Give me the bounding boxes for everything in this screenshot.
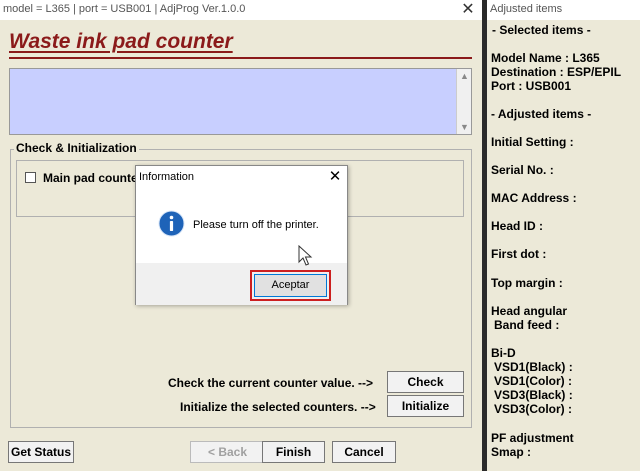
vsd1-color-label: VSD1(Color) : bbox=[494, 374, 572, 388]
initialize-label: Initialize the selected counters. --> bbox=[180, 400, 376, 414]
smap-label: Smap : bbox=[491, 445, 532, 459]
side-titlebar: Adjusted items bbox=[487, 0, 640, 20]
main-close-icon[interactable]: ✕ bbox=[458, 1, 478, 19]
main-window: model = L365 | port = USB001 | AdjProg V… bbox=[0, 0, 482, 471]
get-status-button[interactable]: Get Status bbox=[8, 441, 74, 463]
main-pad-checkbox[interactable] bbox=[25, 172, 36, 183]
cancel-button[interactable]: Cancel bbox=[332, 441, 396, 463]
check-label: Check the current counter value. --> bbox=[168, 376, 374, 390]
scrollbar[interactable]: ▲ ▼ bbox=[456, 69, 471, 134]
scroll-down-icon[interactable]: ▼ bbox=[457, 120, 472, 134]
mouse-cursor-icon bbox=[298, 245, 313, 266]
vsd3-black-label: VSD3(Black) : bbox=[494, 388, 573, 402]
main-pad-label: Main pad counter bbox=[43, 171, 143, 185]
head-id-label: Head ID : bbox=[491, 219, 544, 233]
initialize-button[interactable]: Initialize bbox=[387, 395, 464, 417]
dialog-title: Information bbox=[139, 171, 195, 183]
header-divider bbox=[9, 57, 472, 59]
head-angular-label: Head angular bbox=[491, 304, 568, 318]
bi-d-label: Bi-D bbox=[491, 346, 516, 360]
pf-adjustment-label: PF adjustment bbox=[491, 431, 574, 445]
back-button[interactable]: < Back bbox=[190, 441, 265, 463]
message-area: ▲ ▼ bbox=[9, 68, 472, 135]
top-margin-label: Top margin : bbox=[491, 276, 563, 290]
initial-setting-label: Initial Setting : bbox=[491, 135, 574, 149]
adjusted-items-header: - Adjusted items - bbox=[491, 107, 592, 121]
group-label: Check & Initialization bbox=[14, 141, 139, 155]
vsd1-black-label: VSD1(Black) : bbox=[494, 360, 573, 374]
check-button[interactable]: Check bbox=[387, 371, 464, 393]
scroll-up-icon[interactable]: ▲ bbox=[457, 69, 472, 83]
information-dialog: Information ✕ Please turn off the printe… bbox=[135, 165, 348, 305]
dialog-close-icon[interactable]: ✕ bbox=[326, 169, 344, 185]
serial-no-label: Serial No. : bbox=[491, 163, 554, 177]
info-icon bbox=[158, 210, 185, 237]
dialog-message: Please turn off the printer. bbox=[193, 219, 319, 231]
adjusted-items-panel: Adjusted items - Selected items - Model … bbox=[487, 0, 640, 471]
destination-value: Destination : ESP/EPIL bbox=[491, 65, 622, 79]
vsd3-color-label: VSD3(Color) : bbox=[494, 402, 572, 416]
model-name-value: Model Name : L365 bbox=[491, 51, 600, 65]
mac-address-label: MAC Address : bbox=[491, 191, 577, 205]
page-title: Waste ink pad counter bbox=[9, 30, 233, 53]
band-feed-label: Band feed : bbox=[494, 318, 560, 332]
aceptar-button[interactable]: Aceptar bbox=[254, 274, 327, 297]
main-titlebar: model = L365 | port = USB001 | AdjProg V… bbox=[0, 0, 482, 20]
first-dot-label: First dot : bbox=[491, 247, 547, 261]
port-value: Port : USB001 bbox=[491, 79, 572, 93]
selected-items-header: - Selected items - bbox=[492, 23, 591, 37]
finish-button[interactable]: Finish bbox=[262, 441, 325, 463]
